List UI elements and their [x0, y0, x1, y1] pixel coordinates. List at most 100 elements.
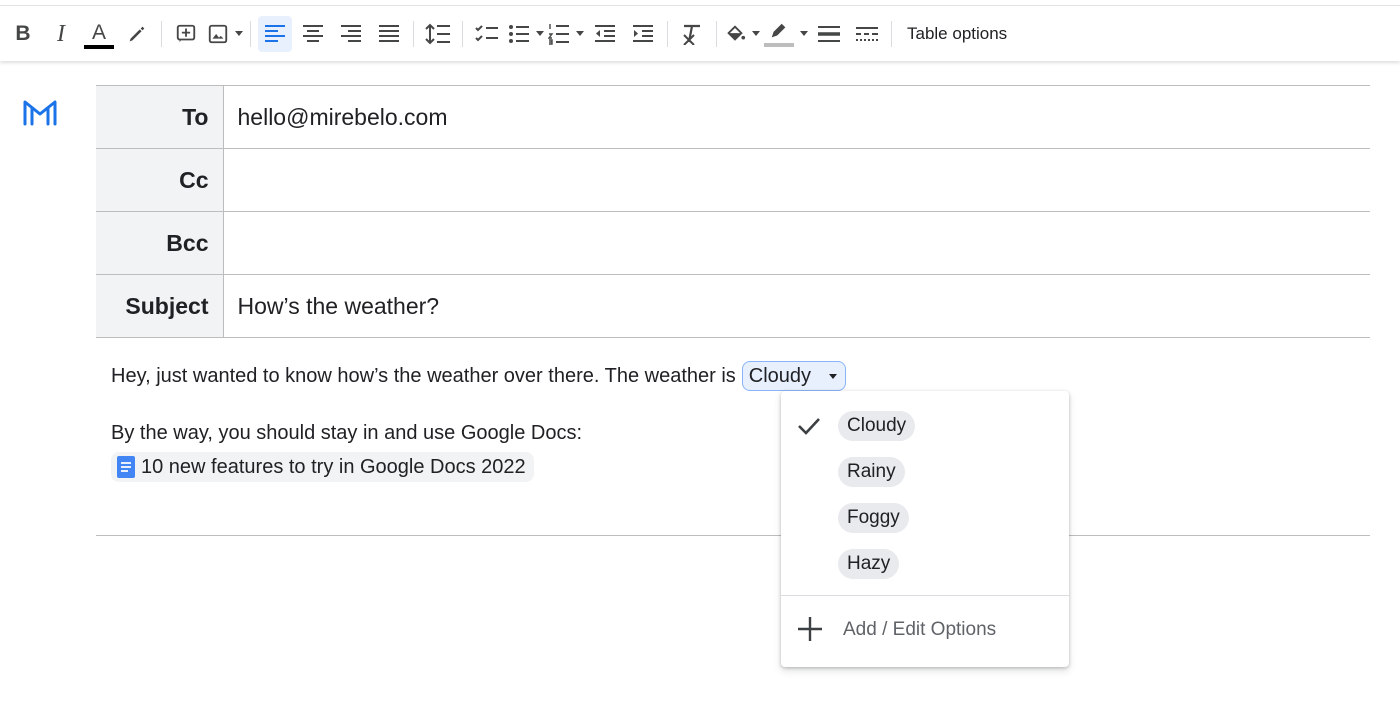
align-left-button[interactable] — [258, 15, 292, 52]
border-width-button[interactable] — [812, 16, 846, 52]
email-draft-header: To hello@mirebelo.com Cc Bcc Subject How… — [96, 85, 1370, 338]
border-color-group — [764, 21, 794, 47]
text-color-icon: A — [91, 21, 106, 44]
weather-options-menu: Cloudy Rainy Foggy Hazy Add / Edit Optio… — [781, 391, 1069, 667]
option-rainy[interactable]: Rainy — [781, 452, 1069, 492]
bcc-row: Bcc — [96, 211, 1370, 275]
align-right-icon — [341, 24, 361, 42]
option-hazy[interactable]: Hazy — [781, 544, 1069, 584]
subject-field[interactable]: How’s the weather? — [223, 274, 1370, 338]
align-right-button[interactable] — [334, 16, 368, 52]
insert-comment-button[interactable] — [169, 16, 203, 52]
body-line-2: By the way, you should stay in and use G… — [111, 422, 583, 444]
highlighter-icon — [129, 26, 145, 41]
checklist-button[interactable] — [470, 16, 504, 52]
text-color-button[interactable]: A — [82, 16, 116, 52]
option-foggy[interactable]: Foggy — [781, 498, 1069, 538]
option-label: Hazy — [838, 549, 900, 579]
cc-row: Cc — [96, 148, 1370, 212]
table-options-label: Table options — [907, 23, 1008, 43]
to-row: To hello@mirebelo.com — [96, 85, 1370, 149]
decrease-indent-icon — [595, 24, 615, 42]
doc-link-label: 10 new features to try in Google Docs 20… — [141, 455, 526, 478]
bcc-label: Bcc — [96, 211, 224, 275]
bold-button[interactable]: B — [6, 16, 40, 52]
gmail-logo[interactable] — [22, 98, 58, 131]
bulleted-list-icon — [509, 24, 529, 43]
cell-fill-button[interactable] — [724, 16, 760, 52]
body-text-1: Hey, just wanted to know how’s the weath… — [111, 364, 736, 387]
add-comment-icon — [176, 24, 196, 42]
menu-divider — [781, 595, 1069, 596]
border-dash-icon — [856, 26, 878, 41]
numbered-list-button[interactable] — [548, 16, 584, 52]
plus-icon — [798, 617, 822, 641]
chevron-down-icon — [800, 31, 808, 36]
body-line-1: Hey, just wanted to know how’s the weath… — [111, 361, 847, 391]
checkmark-icon — [798, 418, 820, 435]
email-body[interactable]: Hey, just wanted to know how’s the weath… — [111, 361, 847, 484]
option-label: Foggy — [838, 503, 909, 533]
clear-formatting-button[interactable] — [675, 16, 709, 52]
option-label: Cloudy — [838, 411, 916, 441]
decrease-indent-button[interactable] — [588, 16, 622, 52]
subject-row: Subject How’s the weather? — [96, 274, 1370, 338]
insert-image-button[interactable] — [207, 16, 243, 52]
border-color-button[interactable] — [764, 16, 808, 52]
line-spacing-icon — [425, 23, 450, 44]
chevron-down-icon — [752, 31, 760, 36]
toolbar-divider — [462, 20, 463, 47]
cc-field[interactable] — [223, 148, 1370, 212]
toolbar-divider — [413, 20, 414, 47]
image-icon — [208, 24, 228, 43]
weather-dropdown-chip[interactable]: Cloudy — [741, 361, 847, 391]
checklist-icon — [475, 24, 498, 41]
align-center-button[interactable] — [296, 16, 330, 52]
text-color-swatch — [84, 45, 114, 49]
formatting-toolbar: B I A Table options — [0, 5, 1400, 61]
add-edit-options-label: Add / Edit Options — [843, 619, 997, 640]
italic-icon: I — [57, 20, 65, 47]
chevron-down-icon — [235, 31, 243, 36]
option-cloudy[interactable]: Cloudy — [781, 406, 1069, 446]
line-spacing-button[interactable] — [421, 16, 455, 52]
to-label: To — [96, 85, 224, 149]
gmail-icon — [23, 100, 57, 126]
border-dash-button[interactable] — [850, 16, 884, 52]
cc-label: Cc — [96, 148, 224, 212]
paint-bucket-icon — [727, 24, 746, 41]
doc-smart-chip[interactable]: 10 new features to try in Google Docs 20… — [111, 452, 534, 482]
pen-icon — [771, 23, 786, 37]
numbered-list-icon — [548, 23, 569, 45]
justify-button[interactable] — [372, 16, 406, 52]
bold-icon: B — [15, 22, 31, 45]
increase-indent-icon — [633, 24, 653, 42]
google-docs-icon — [117, 456, 135, 478]
toolbar-divider — [161, 20, 162, 47]
add-edit-options-button[interactable]: Add / Edit Options — [781, 610, 1069, 650]
toolbar-divider — [250, 20, 251, 47]
border-color-swatch — [764, 42, 794, 47]
italic-button[interactable]: I — [44, 16, 78, 52]
toolbar-divider — [891, 20, 892, 47]
toolbar-divider — [716, 20, 717, 47]
subject-label: Subject — [96, 274, 224, 338]
option-label: Rainy — [838, 457, 905, 487]
highlight-button[interactable] — [120, 16, 154, 52]
align-justify-icon — [379, 24, 399, 42]
chevron-down-icon — [576, 31, 584, 36]
clear-formatting-icon — [683, 24, 700, 45]
weather-chip-label: Cloudy — [748, 364, 812, 387]
bulleted-list-button[interactable] — [508, 16, 544, 52]
align-left-icon — [265, 24, 285, 42]
body-bottom-border — [96, 535, 1370, 536]
to-field[interactable]: hello@mirebelo.com — [223, 85, 1370, 149]
chevron-down-icon — [536, 31, 544, 36]
align-center-icon — [303, 24, 323, 42]
table-options-button[interactable]: Table options — [899, 16, 1015, 52]
toolbar-divider — [667, 20, 668, 47]
increase-indent-button[interactable] — [626, 16, 660, 52]
caret-down-icon — [829, 373, 838, 379]
bcc-field[interactable] — [223, 211, 1370, 275]
border-width-icon — [818, 25, 840, 42]
